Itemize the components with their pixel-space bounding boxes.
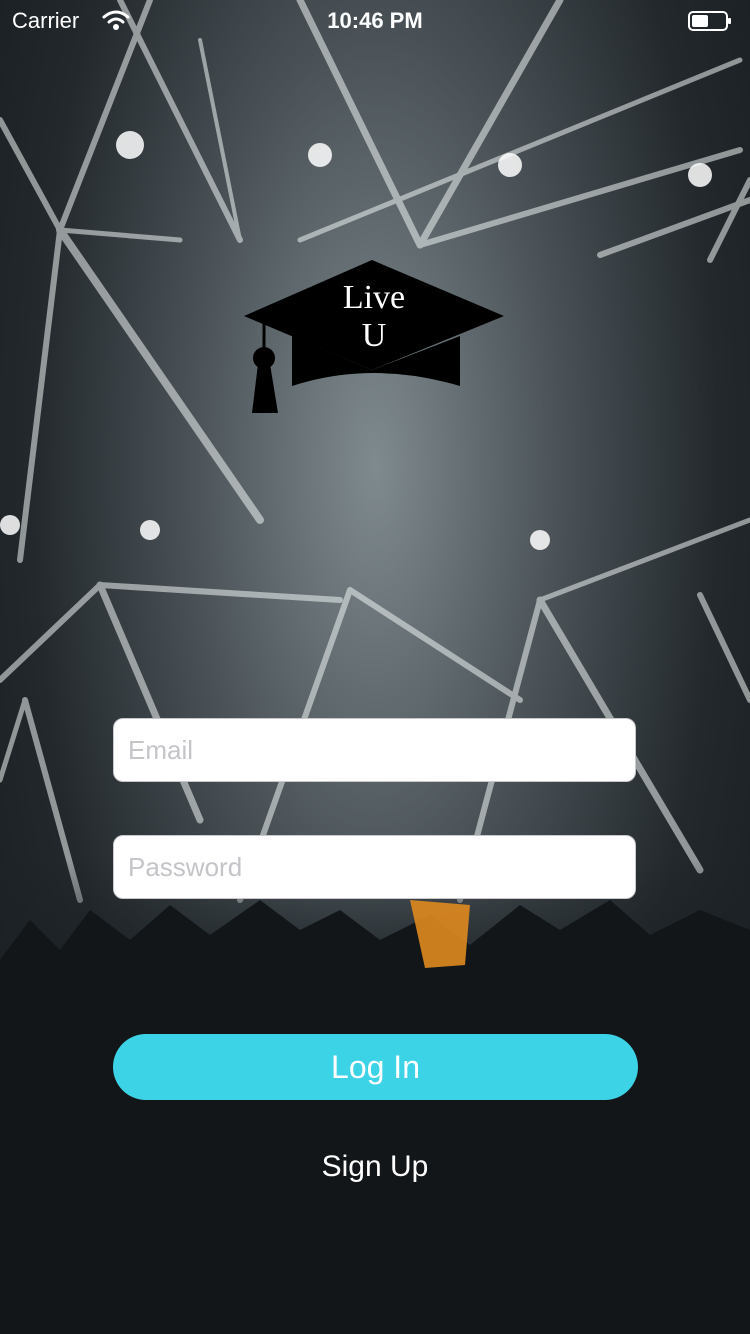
graduation-cap-icon: Live U (244, 260, 504, 413)
login-screen: Carrier 10:46 PM Live U Log In Sign Up (0, 0, 750, 1334)
concert-background-image (0, 0, 750, 1334)
login-button[interactable]: Log In (113, 1034, 638, 1100)
email-input[interactable] (113, 718, 636, 782)
logo-text-u: U (362, 317, 387, 354)
status-bar: Carrier 10:46 PM (0, 0, 750, 40)
status-time: 10:46 PM (327, 8, 423, 33)
logo-text-live: Live (343, 279, 405, 316)
signup-link[interactable]: Sign Up (0, 1150, 750, 1184)
password-input[interactable] (113, 835, 636, 899)
battery-icon (688, 11, 731, 31)
